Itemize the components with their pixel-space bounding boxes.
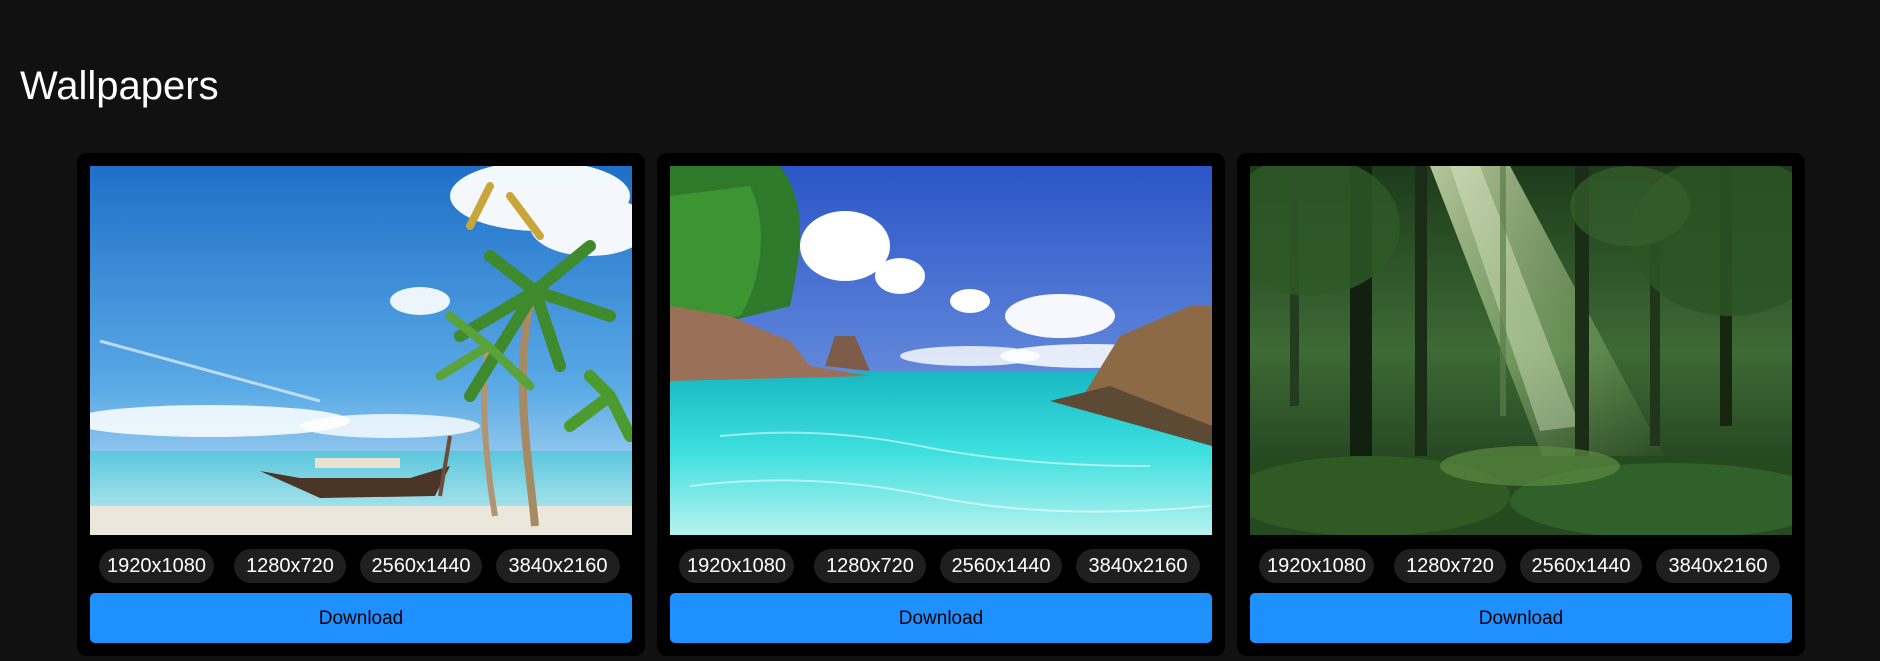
- resolution-option[interactable]: 1280x720: [234, 549, 346, 583]
- wallpaper-card: 1920x1080 1280x720 2560x1440 3840x2160 D…: [657, 153, 1225, 656]
- resolution-option[interactable]: 3840x2160: [1076, 549, 1200, 583]
- resolution-option[interactable]: 1280x720: [814, 549, 926, 583]
- resolution-option[interactable]: 2560x1440: [360, 549, 482, 583]
- download-button[interactable]: Download: [90, 593, 632, 643]
- resolution-option[interactable]: 1920x1080: [99, 549, 214, 583]
- wallpaper-image-beach[interactable]: [90, 166, 632, 535]
- download-button[interactable]: Download: [670, 593, 1212, 643]
- download-button[interactable]: Download: [1250, 593, 1792, 643]
- resolution-option[interactable]: 1920x1080: [1259, 549, 1374, 583]
- resolution-option[interactable]: 3840x2160: [496, 549, 620, 583]
- resolution-option[interactable]: 2560x1440: [1520, 549, 1642, 583]
- wallpaper-card: 1920x1080 1280x720 2560x1440 3840x2160 D…: [1237, 153, 1805, 656]
- resolution-option[interactable]: 1280x720: [1394, 549, 1506, 583]
- resolution-option[interactable]: 1920x1080: [679, 549, 794, 583]
- wallpaper-card: 1920x1080 1280x720 2560x1440 3840x2160 D…: [77, 153, 645, 656]
- wallpaper-image-lagoon[interactable]: [670, 166, 1212, 535]
- resolution-option[interactable]: 3840x2160: [1656, 549, 1780, 583]
- page-title: Wallpapers: [20, 64, 219, 108]
- wallpaper-image-forest[interactable]: [1250, 166, 1792, 535]
- resolution-option[interactable]: 2560x1440: [940, 549, 1062, 583]
